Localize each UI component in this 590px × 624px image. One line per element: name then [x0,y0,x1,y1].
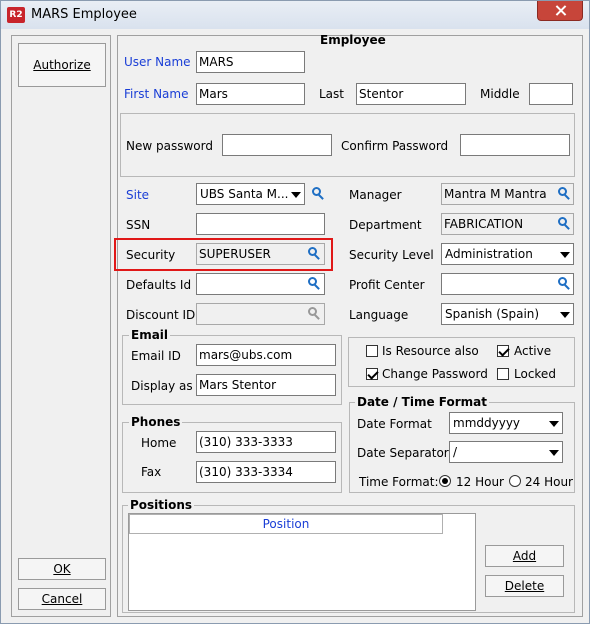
fax-label: Fax [141,465,162,479]
user-name-input[interactable]: MARS [196,51,305,73]
email-input[interactable]: mars@ubs.com [196,344,336,366]
language-dropdown[interactable]: Spanish (Spain) [441,303,574,325]
ssn-label: SSN [126,218,151,232]
active-checkbox[interactable] [497,345,509,357]
display-as-label: Display as [131,379,193,393]
display-as-input[interactable]: Mars Stentor [196,374,336,396]
site-value: UBS Santa M... [200,187,289,201]
close-icon[interactable] [537,1,583,21]
chevron-down-icon [560,252,570,258]
time-12-hour-label: 12 Hour [456,475,504,489]
middle-name-input[interactable] [529,83,573,105]
ssn-input[interactable] [196,213,325,235]
date-separator-dropdown[interactable]: / [449,441,563,463]
manager-label: Manager [349,188,402,202]
locked-checkbox[interactable] [497,368,509,380]
profit-center-search-icon[interactable] [558,277,570,290]
profit-center-input[interactable] [441,273,574,295]
security-level-label: Security Level [349,248,434,262]
chevron-down-icon [291,192,301,198]
change-password-checkbox[interactable] [366,368,378,380]
ok-button[interactable]: OK [18,558,106,580]
profit-center-label: Profit Center [349,278,425,292]
phones-group-title: Phones [129,415,183,429]
fax-input[interactable]: (310) 333-3334 [196,461,336,483]
defaults-search-icon[interactable] [308,277,320,290]
discount-id-input[interactable] [196,303,325,325]
authorize-button[interactable]: Authorize [18,43,106,87]
middle-name-label: Middle [480,87,520,101]
section-title: Employee [320,33,386,47]
add-position-button[interactable]: Add [485,545,564,567]
discount-id-label: Discount ID [126,308,196,322]
last-name-label: Last [319,87,344,101]
confirm-password-label: Confirm Password [341,139,449,153]
confirm-password-input[interactable] [460,134,570,156]
email-id-label: Email ID [131,349,181,363]
security-level-value: Administration [445,247,533,261]
language-value: Spanish (Spain) [445,307,540,321]
security-highlight-box [114,238,333,271]
time-24-hour-radio[interactable] [509,475,521,487]
position-column-header[interactable]: Position [129,514,443,534]
active-label: Active [514,344,552,358]
title-bar[interactable]: R2 MARS Employee [1,1,589,29]
department-label: Department [349,218,422,232]
is-resource-label: Is Resource also [382,344,479,358]
manager-search-icon[interactable] [558,187,570,200]
department-input[interactable]: FABRICATION [441,213,574,235]
last-name-input[interactable]: Stentor [356,83,466,105]
security-level-dropdown[interactable]: Administration [441,243,574,265]
left-button-panel [11,35,111,617]
positions-group-title: Positions [128,498,195,512]
first-name-input[interactable]: Mars [196,83,305,105]
home-phone-label: Home [141,436,177,450]
datetime-group-title: Date / Time Format [355,395,490,409]
time-format-label: Time Format: [359,475,439,489]
chevron-down-icon [560,312,570,318]
positions-grid[interactable]: Position [128,513,476,611]
time-24-hour-label: 24 Hour [525,475,573,489]
date-separator-label: Date Separator [357,446,449,460]
delete-position-button[interactable]: Delete [485,575,564,597]
defaults-id-input[interactable] [196,273,325,295]
home-phone-input[interactable]: (310) 333-3333 [196,431,336,453]
date-separator-value: / [453,445,458,459]
chevron-down-icon [549,421,559,427]
language-label: Language [349,308,409,322]
discount-search-icon [308,307,320,320]
site-dropdown[interactable]: UBS Santa M... [196,183,305,205]
employee-window: R2 MARS Employee Authorize OK Cancel Emp… [0,0,590,624]
user-name-label: User Name [124,55,191,69]
first-name-label: First Name [124,87,189,101]
site-label: Site [126,188,150,202]
cancel-button[interactable]: Cancel [18,588,106,610]
date-format-label: Date Format [357,417,432,431]
date-format-dropdown[interactable]: mmddyyyy [449,412,563,434]
defaults-id-label: Defaults Id [126,278,192,292]
app-logo-icon: R2 [7,7,25,23]
department-search-icon[interactable] [558,217,570,230]
site-search-icon[interactable] [312,187,324,200]
new-password-input[interactable] [222,134,332,156]
is-resource-checkbox[interactable] [366,345,378,357]
chevron-down-icon [549,450,559,456]
time-12-hour-radio[interactable] [439,475,451,487]
manager-input[interactable]: Mantra M Mantra [441,183,574,205]
new-password-label: New password [126,139,213,153]
locked-label: Locked [514,367,556,381]
window-title: MARS Employee [31,7,137,22]
email-group-title: Email [129,328,171,342]
change-password-label: Change Password [382,367,488,381]
date-format-value: mmddyyyy [453,416,521,430]
